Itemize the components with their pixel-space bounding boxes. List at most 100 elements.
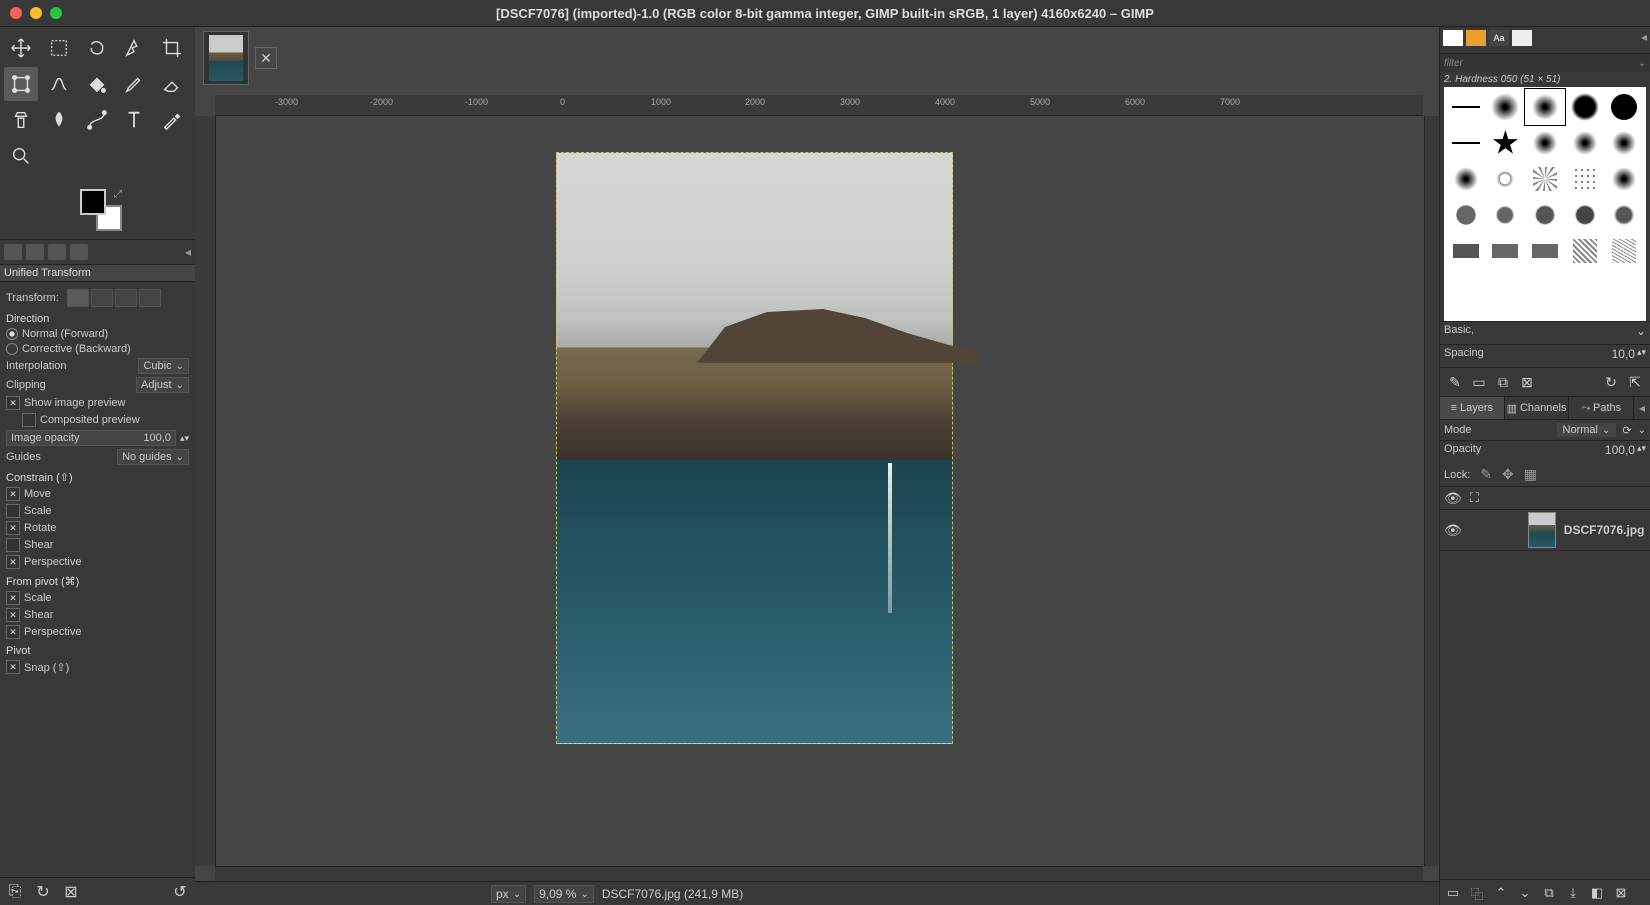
reset-icon[interactable]: ↺ — [171, 883, 189, 901]
image-tab[interactable] — [203, 31, 249, 85]
mask-icon[interactable]: ◧ — [1588, 884, 1606, 902]
delete-preset-icon[interactable]: ⊠ — [62, 883, 80, 901]
constrain-shear-cb[interactable] — [6, 538, 20, 552]
show-preview-checkbox[interactable] — [6, 396, 20, 410]
paintbrush-tool[interactable] — [117, 67, 151, 101]
swap-colors-icon[interactable]: ⤢ — [114, 189, 122, 200]
constrain-move-cb[interactable] — [6, 487, 20, 501]
layer-row[interactable]: 👁 DSCF7076.jpg — [1440, 510, 1650, 551]
zoom-dropdown[interactable]: 9,09 %⌄ — [534, 885, 594, 903]
brushes-tab-icon[interactable] — [1443, 30, 1463, 46]
document-history-tab-icon[interactable] — [1512, 30, 1532, 46]
smudge-tool[interactable] — [42, 103, 76, 137]
tab-menu-right-icon[interactable]: ◂ — [1641, 30, 1647, 50]
transform-target-layer[interactable] — [67, 289, 89, 307]
refresh-brushes-icon[interactable]: ↻ — [1602, 373, 1620, 391]
layer-name[interactable]: DSCF7076.jpg — [1564, 523, 1645, 537]
undo-history-tab-icon[interactable] — [48, 244, 66, 260]
new-brush-icon[interactable]: ▭ — [1470, 373, 1488, 391]
mode-dropdown[interactable]: Normal⌄ — [1557, 423, 1617, 437]
free-select-tool[interactable] — [80, 31, 114, 65]
mode-reset-icon[interactable]: ⟳ — [1622, 424, 1631, 437]
guides-dropdown[interactable]: No guides⌄ — [117, 449, 189, 465]
close-image-icon[interactable]: ✕ — [255, 47, 277, 69]
visibility-header-icon[interactable]: 👁 — [1444, 490, 1462, 507]
selected-brush-label: 2. Hardness 050 (51 × 51) — [1440, 72, 1650, 87]
delete-layer-icon[interactable]: ⊠ — [1612, 884, 1630, 902]
pivot-snap-cb[interactable] — [6, 660, 20, 674]
channels-tab[interactable]: ▥ Channels — [1505, 397, 1570, 419]
new-layer-icon[interactable]: ▭ — [1444, 884, 1462, 902]
pivot-scale-cb[interactable] — [6, 591, 20, 605]
link-header-icon[interactable]: ⛶ — [1470, 490, 1479, 506]
open-brush-icon[interactable]: ⇱ — [1626, 373, 1644, 391]
lock-pixels-icon[interactable]: ✎ — [1480, 466, 1492, 483]
unified-transform-tool[interactable] — [4, 67, 38, 101]
horizontal-ruler[interactable]: -3000 -2000 -1000 0 1000 2000 3000 4000 … — [215, 95, 1423, 116]
canvas[interactable] — [216, 116, 1424, 866]
restore-preset-icon[interactable]: ↻ — [34, 883, 52, 901]
lock-position-icon[interactable]: ✥ — [1502, 466, 1514, 483]
warp-tool[interactable] — [42, 67, 76, 101]
delete-brush-icon[interactable]: ⊠ — [1518, 373, 1536, 391]
interpolation-dropdown[interactable]: Cubic⌄ — [138, 358, 189, 374]
duplicate-brush-icon[interactable]: ⧉ — [1494, 373, 1512, 391]
pivot-shear-cb[interactable] — [6, 608, 20, 622]
lock-label: Lock: — [1444, 469, 1470, 481]
pivot-perspective-cb[interactable] — [6, 625, 20, 639]
merge-down-icon[interactable]: ⤓ — [1564, 884, 1582, 902]
layers-tab[interactable]: ≡ Layers — [1440, 397, 1505, 419]
brush-preset-label[interactable]: Basic, — [1444, 324, 1636, 342]
constrain-scale-cb[interactable] — [6, 504, 20, 518]
transform-label: Transform: — [6, 292, 59, 304]
unit-dropdown[interactable]: px⌄ — [491, 885, 526, 903]
guides-label: Guides — [6, 451, 113, 463]
opacity-value[interactable]: 100,0 — [1605, 443, 1635, 461]
images-tab-icon[interactable] — [70, 244, 88, 260]
clipping-dropdown[interactable]: Adjust⌄ — [136, 377, 189, 393]
image-opacity-field[interactable]: Image opacity100,0 — [6, 430, 176, 446]
brush-filter-input[interactable]: filter⌄ — [1440, 54, 1650, 72]
rect-select-tool[interactable] — [42, 31, 76, 65]
tool-options-tab-icon[interactable] — [4, 244, 22, 260]
zoom-tool[interactable] — [4, 139, 38, 173]
device-status-tab-icon[interactable] — [26, 244, 44, 260]
lower-layer-icon[interactable]: ⌄ — [1516, 884, 1534, 902]
edit-brush-icon[interactable]: ✎ — [1446, 373, 1464, 391]
clone-tool[interactable] — [4, 103, 38, 137]
fuzzy-select-tool[interactable] — [117, 31, 151, 65]
move-tool[interactable] — [4, 31, 38, 65]
vertical-scrollbar[interactable] — [1424, 116, 1439, 866]
tab-menu-icon[interactable]: ◂ — [185, 245, 191, 259]
patterns-tab-icon[interactable] — [1466, 30, 1486, 46]
transform-target-selection[interactable] — [91, 289, 113, 307]
color-picker-tool[interactable] — [155, 103, 189, 137]
paths-tab[interactable]: ⤳ Paths — [1569, 397, 1634, 419]
transform-target-image[interactable] — [139, 289, 161, 307]
layer-visibility-icon[interactable]: 👁 — [1444, 522, 1462, 539]
color-swatch[interactable]: ⤢ — [80, 189, 122, 231]
duplicate-layer-icon[interactable]: ⧉ — [1540, 884, 1558, 902]
constrain-rotate-cb[interactable] — [6, 521, 20, 535]
vertical-ruler[interactable] — [195, 116, 216, 866]
direction-corrective-radio[interactable] — [6, 343, 18, 355]
direction-normal-radio[interactable] — [6, 328, 18, 340]
fonts-tab-icon[interactable]: Aa — [1489, 30, 1509, 46]
foreground-color[interactable] — [80, 189, 106, 215]
lock-alpha-icon[interactable]: ▦ — [1524, 466, 1537, 483]
transform-target-path[interactable] — [115, 289, 137, 307]
constrain-perspective-cb[interactable] — [6, 555, 20, 569]
crop-tool[interactable] — [155, 31, 189, 65]
new-group-icon[interactable]: ⿻ — [1468, 884, 1486, 902]
text-tool[interactable] — [117, 103, 151, 137]
path-tool[interactable] — [80, 103, 114, 137]
brush-grid[interactable] — [1444, 87, 1646, 321]
save-preset-icon[interactable]: ⎘ — [6, 883, 24, 901]
spacing-value[interactable]: 10,0 — [1612, 347, 1635, 365]
composited-checkbox[interactable] — [22, 413, 36, 427]
panel-tab-menu-icon[interactable]: ◂ — [1634, 397, 1650, 419]
horizontal-scrollbar[interactable] — [215, 866, 1423, 881]
bucket-fill-tool[interactable] — [80, 67, 114, 101]
raise-layer-icon[interactable]: ⌃ — [1492, 884, 1510, 902]
eraser-tool[interactable] — [155, 67, 189, 101]
